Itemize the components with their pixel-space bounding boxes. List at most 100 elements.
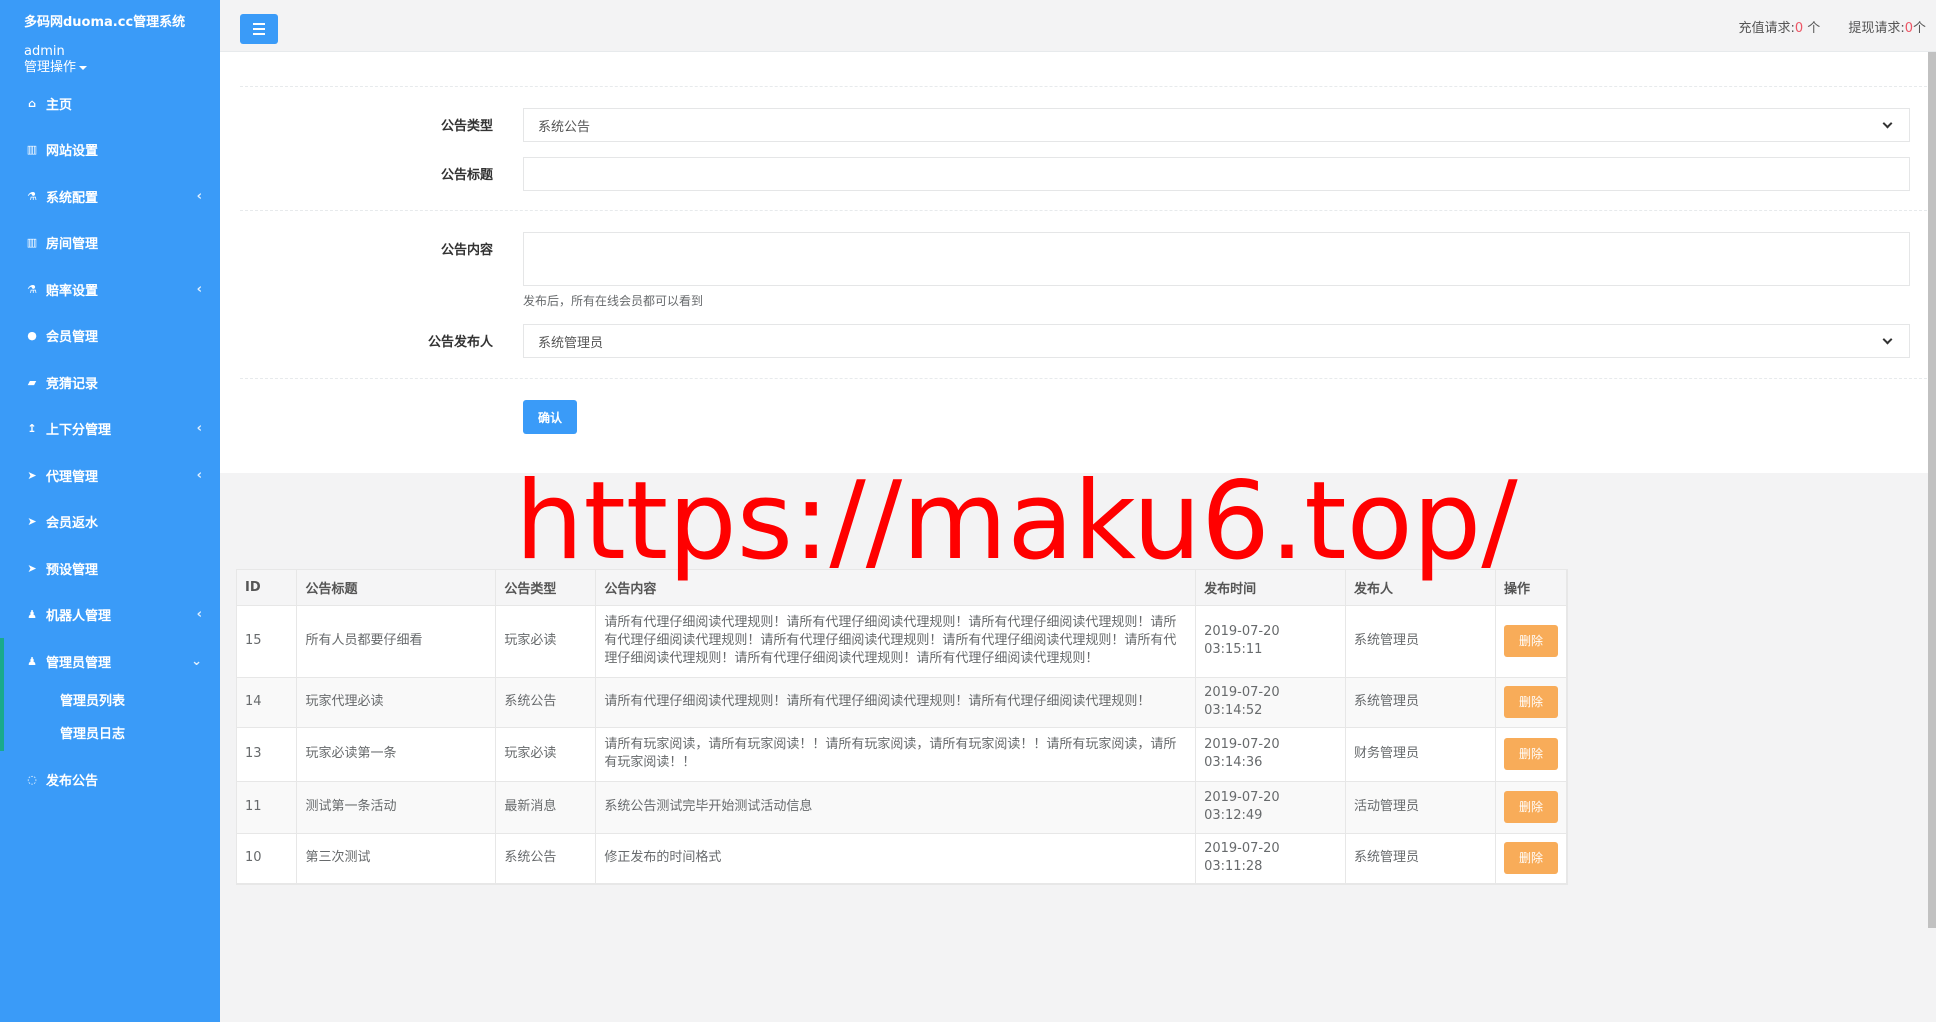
cell-id: 10: [237, 833, 298, 884]
sidebar-item[interactable]: ♟ 机器人管理 ‹: [0, 592, 220, 639]
table-row: 10 第三次测试 系统公告 修正发布的时间格式 2019-07-20 03:11:28 系…: [237, 833, 1568, 884]
sidebar-nav: ⌂ 主页 ▥ 网站设置 ⚗ 系统配置 ‹ ▥ 房间管理 ⚗ 赔率设置 ‹ ● 会员管理 ▰ 竞猜记录 ↥ 上下分管…: [0, 80, 220, 803]
user-icon: ●: [27, 329, 37, 343]
announcement-form: 公告类型 系统公告 公告标题 公告内容 发布后，所有在线会员都可以看到 公告发布…: [220, 52, 1936, 473]
sidebar-item-label: 赔率设置: [46, 283, 99, 299]
publisher-select[interactable]: 系统管理员: [523, 324, 1910, 358]
flask-icon: ⚗: [27, 282, 37, 296]
divider: [240, 378, 1932, 379]
content-help-text: 发布后，所有在线会员都可以看到: [523, 294, 704, 308]
table-row: 14 玩家代理必读 系统公告 请所有代理仔细阅读代理规则！请所有代理仔细阅读代理规则！…: [237, 677, 1568, 728]
content-textarea[interactable]: [523, 232, 1910, 286]
sidebar-item-label: 预设管理: [46, 562, 99, 578]
admin-username[interactable]: admin: [24, 44, 196, 60]
withdraw-count: 0: [1904, 21, 1913, 36]
comment-icon: ◌: [27, 773, 37, 787]
recharge-unit: 个: [1803, 21, 1821, 36]
cell-title: 所有人员都要仔细看: [296, 605, 497, 678]
sidebar-item[interactable]: ▥ 房间管理: [0, 220, 220, 267]
menu-toggle-button[interactable]: [240, 14, 278, 44]
sidebar-item[interactable]: ↥ 上下分管理 ‹: [0, 406, 220, 453]
watermark-url: https://maku6.top/: [515, 459, 1518, 584]
sidebar-item[interactable]: ⌂ 主页: [0, 80, 220, 127]
cell-time: 2019-07-20 03:14:36: [1195, 727, 1347, 782]
sidebar: 多码网duoma.cc管理系统 admin 管理操作 ⌂ 主页 ▥ 网站设置 ⚗ 系统配置…: [0, 0, 220, 1022]
car-icon: ▰: [27, 375, 37, 389]
cell-type: 玩家必读: [495, 605, 597, 678]
divider: [240, 210, 1932, 211]
columns-icon: ▥: [26, 143, 38, 157]
delete-button[interactable]: 删除: [1503, 842, 1558, 874]
cell-id: 14: [237, 677, 298, 728]
cell-title: 玩家代理必读: [296, 677, 497, 728]
male-icon: ♟: [27, 654, 37, 668]
paper-plane-icon: ➤: [27, 561, 37, 575]
admin-ops-dropdown[interactable]: 管理操作: [24, 60, 196, 76]
cell-time: 2019-07-20 03:12:49: [1195, 781, 1347, 834]
male-icon: ♟: [27, 608, 37, 622]
chevron-icon: ‹: [196, 188, 202, 204]
page-scrollbar[interactable]: [1928, 52, 1936, 928]
sidebar-item[interactable]: ➤ 代理管理 ‹: [0, 452, 220, 499]
sidebar-item[interactable]: ● 会员管理: [0, 313, 220, 360]
table-row: 11 测试第一条活动 最新消息 系统公告测试完毕开始测试活动信息 2019-07-20 …: [237, 781, 1568, 834]
type-select[interactable]: 系统公告: [523, 108, 1910, 142]
delete-button[interactable]: 删除: [1503, 686, 1558, 718]
cell-time: 2019-07-20 03:14:52: [1195, 677, 1347, 728]
cell-title: 玩家必读第一条: [296, 727, 497, 782]
cell-action: 删除: [1495, 833, 1568, 884]
cell-type: 玩家必读: [495, 727, 597, 782]
delete-button[interactable]: 删除: [1503, 791, 1558, 823]
title-input[interactable]: [523, 157, 1910, 191]
submenu-item[interactable]: 管理员列表: [4, 685, 220, 718]
chevron-down-icon: [1882, 118, 1893, 128]
cell-publisher: 系统管理员: [1345, 605, 1496, 678]
submenu-item[interactable]: 管理员日志: [4, 718, 220, 751]
cell-publisher: 系统管理员: [1345, 677, 1496, 728]
sidebar-item[interactable]: ⚗ 赔率设置 ‹: [0, 266, 220, 313]
cell-publisher: 财务管理员: [1345, 727, 1496, 782]
hamburger-icon-bar: [253, 28, 265, 30]
delete-button[interactable]: 删除: [1503, 738, 1558, 770]
publisher-label: 公告发布人: [427, 335, 493, 350]
type-label: 公告类型: [440, 119, 493, 134]
flask-icon: ⚗: [27, 189, 37, 203]
withdraw-unit: 个: [1912, 21, 1926, 36]
sidebar-item-publish-notice[interactable]: ◌ 发布公告: [0, 757, 220, 804]
cell-action: 删除: [1495, 677, 1568, 728]
sidebar-item-label: 代理管理: [46, 469, 99, 485]
sidebar-item[interactable]: ♟ 管理员管理 ⌄: [0, 638, 220, 685]
brand-title: 多码网duoma.cc管理系统: [24, 15, 186, 30]
withdraw-requests-link[interactable]: 提现请求:0个: [1848, 17, 1926, 36]
recharge-requests-link[interactable]: 充值请求:0 个: [1739, 17, 1821, 36]
paper-plane-icon: ➤: [27, 515, 37, 529]
chevron-down-icon: [1882, 334, 1893, 344]
brand: 多码网duoma.cc管理系统 admin 管理操作: [0, 0, 220, 76]
sidebar-item-label: 会员管理: [46, 330, 99, 346]
sidebar-item[interactable]: ▰ 竞猜记录: [0, 359, 220, 406]
cell-content: 请所有玩家阅读，请所有玩家阅读！！请所有玩家阅读，请所有玩家阅读！！请所有玩家阅…: [595, 727, 1197, 782]
sidebar-item[interactable]: ⚗ 系统配置 ‹: [0, 173, 220, 220]
paper-plane-icon: ➤: [27, 468, 37, 482]
confirm-button[interactable]: 确认: [523, 400, 577, 434]
cell-id: 13: [237, 727, 298, 782]
sidebar-item[interactable]: ➤ 预设管理: [0, 545, 220, 592]
sidebar-item-label: 上下分管理: [46, 423, 112, 439]
admin-submenu: 管理员列表 管理员日志: [0, 684, 220, 751]
cell-content: 修正发布的时间格式: [595, 833, 1197, 884]
cell-content: 请所有代理仔细阅读代理规则！请所有代理仔细阅读代理规则！请所有代理仔细阅读代理规…: [595, 677, 1197, 728]
delete-button[interactable]: 删除: [1503, 625, 1558, 657]
cell-title: 测试第一条活动: [296, 781, 497, 834]
type-select-value: 系统公告: [538, 119, 591, 135]
cell-publisher: 系统管理员: [1345, 833, 1496, 884]
col-id: ID: [237, 570, 298, 606]
cell-content: 系统公告测试完毕开始测试活动信息: [595, 781, 1197, 834]
cell-title: 第三次测试: [296, 833, 497, 884]
admin-ops-label: 管理操作: [24, 60, 77, 75]
top-links: 充值请求:0 个 提现请求:0个: [1739, 17, 1927, 36]
recharge-label: 充值请求:: [1738, 21, 1795, 36]
sidebar-item-label: 会员返水: [46, 516, 99, 532]
announcements-table: ID 公告标题 公告类型 公告内容 发布时间 发布人 操作 15 所有人员都要仔细…: [236, 569, 1568, 885]
sidebar-item[interactable]: ▥ 网站设置: [0, 127, 220, 174]
sidebar-item[interactable]: ➤ 会员返水: [0, 499, 220, 546]
